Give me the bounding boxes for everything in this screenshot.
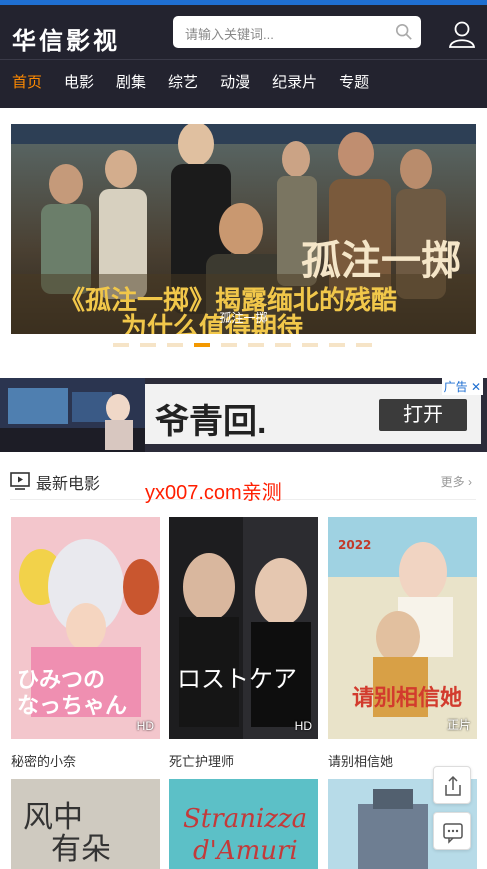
- share-icon: [445, 775, 461, 796]
- pagination-dot[interactable]: [275, 343, 291, 347]
- pagination-dot[interactable]: [356, 343, 372, 347]
- svg-text:d'Amuri: d'Amuri: [193, 836, 298, 866]
- site-logo[interactable]: 华信影视: [12, 21, 120, 56]
- pagination-dot[interactable]: [140, 343, 156, 347]
- svg-text:请别相信她: 请别相信她: [352, 685, 462, 711]
- movie-poster[interactable]: ロストケア HD: [169, 517, 318, 739]
- quality-badge: HD: [294, 719, 312, 733]
- ad-banner[interactable]: 爷青回. 打开 广告 ✕: [0, 378, 487, 452]
- poster-image: ロストケア: [169, 517, 318, 739]
- pagination-dot[interactable]: [167, 343, 183, 347]
- ad-open-button[interactable]: 打开: [379, 399, 467, 431]
- poster-image: 风中 有朵: [11, 779, 160, 869]
- comment-icon: [443, 823, 463, 844]
- comment-button[interactable]: [433, 812, 471, 850]
- quality-badge: HD: [136, 719, 154, 733]
- svg-text:2022: 2022: [338, 538, 371, 552]
- nav-item-documentary[interactable]: 纪录片: [272, 71, 317, 92]
- nav-item-series[interactable]: 剧集: [116, 71, 146, 92]
- poster-image: ひみつの なっちゃん: [11, 517, 160, 739]
- quality-badge: 正片: [446, 718, 471, 732]
- svg-text:なっちゃん: なっちゃん: [17, 694, 127, 719]
- search-icon[interactable]: [395, 23, 413, 41]
- nav-item-movies[interactable]: 电影: [64, 71, 94, 92]
- movie-card[interactable]: ひみつの なっちゃん HD 秘密的小奈: [11, 517, 160, 770]
- movie-poster[interactable]: Stranizza d'Amuri: [169, 779, 318, 869]
- movie-poster[interactable]: 风中 有朵: [11, 779, 160, 869]
- banner-title: 孤注一掷: [219, 311, 268, 325]
- svg-text:风中: 风中: [23, 800, 83, 835]
- pagination-dot[interactable]: [329, 343, 345, 347]
- search-box[interactable]: 请输入关键词...: [173, 16, 421, 48]
- poster-image: Stranizza d'Amuri: [169, 779, 318, 869]
- nav-item-variety[interactable]: 综艺: [168, 71, 198, 92]
- banner-pagination: [113, 343, 383, 347]
- movie-poster[interactable]: ひみつの なっちゃん HD: [11, 517, 160, 739]
- ad-text: 爷青回.: [155, 403, 267, 441]
- movie-icon: [10, 472, 30, 490]
- watermark: yx007.com亲测: [145, 482, 282, 504]
- nav-item-home[interactable]: 首页: [12, 71, 42, 92]
- more-link-label: 更多: [440, 475, 465, 489]
- movie-card[interactable]: Stranizza d'Amuri: [169, 779, 318, 869]
- ad-tag-label: 广告: [443, 380, 468, 394]
- movie-title[interactable]: 死亡护理师: [169, 751, 318, 770]
- svg-text:有朵: 有朵: [51, 832, 111, 867]
- svg-text:孤注一掷: 孤注一掷: [301, 238, 461, 284]
- movie-card[interactable]: 风中 有朵: [11, 779, 160, 869]
- nav-item-topics[interactable]: 专题: [339, 71, 369, 92]
- ad-content: 爷青回. 打开: [145, 384, 481, 444]
- hero-banner[interactable]: 孤注一掷 《孤注一掷》揭露缅北的残酷 为什么值得期待 孤注一掷: [11, 124, 476, 334]
- banner-image: 孤注一掷 《孤注一掷》揭露缅北的残酷 为什么值得期待: [11, 124, 476, 334]
- pagination-dot-active[interactable]: [194, 343, 210, 347]
- main-nav: 首页 电影 剧集 综艺 动漫 纪录片 专题: [12, 71, 391, 92]
- section-title: 最新电影: [36, 476, 101, 493]
- close-icon[interactable]: ✕: [471, 380, 481, 394]
- svg-text:Stranizza: Stranizza: [183, 804, 307, 834]
- user-icon[interactable]: [447, 19, 477, 49]
- svg-text:ひみつの: ひみつの: [17, 668, 105, 693]
- pagination-dot[interactable]: [221, 343, 237, 347]
- more-link[interactable]: 更多 ›: [441, 473, 472, 490]
- pagination-dot[interactable]: [302, 343, 318, 347]
- share-button[interactable]: [433, 766, 471, 804]
- movie-title[interactable]: 秘密的小奈: [11, 751, 160, 770]
- ad-tag[interactable]: 广告 ✕: [441, 378, 483, 395]
- ad-image: [0, 378, 145, 452]
- search-input[interactable]: 请输入关键词...: [185, 24, 274, 43]
- header-divider: [0, 59, 487, 60]
- pagination-dot[interactable]: [113, 343, 129, 347]
- pagination-dot[interactable]: [248, 343, 264, 347]
- movie-card[interactable]: 2022 请别相信她 正片 请别相信她: [328, 517, 477, 770]
- header-bar: 华信影视 请输入关键词... 首页 电影 剧集 综艺 动漫 纪录片 专题: [0, 0, 487, 108]
- poster-image: 2022 请别相信她: [328, 517, 477, 739]
- movie-card[interactable]: ロストケア HD 死亡护理师: [169, 517, 318, 770]
- chevron-right-icon: ›: [468, 475, 472, 489]
- movie-poster[interactable]: 2022 请别相信她 正片: [328, 517, 477, 739]
- nav-item-anime[interactable]: 动漫: [220, 71, 250, 92]
- svg-text:ロストケア: ロストケア: [177, 665, 297, 693]
